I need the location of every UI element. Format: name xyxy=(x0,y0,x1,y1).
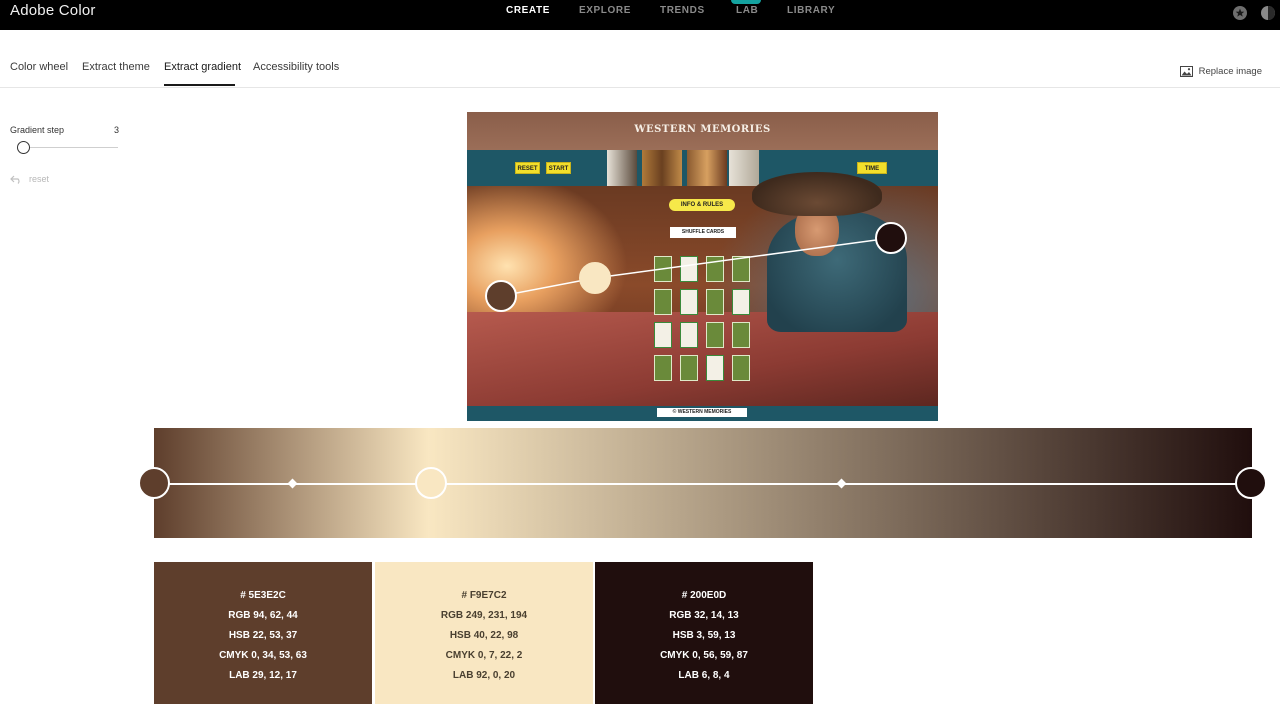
swatch-hsb: HSB 3, 59, 13 xyxy=(672,630,736,641)
nav-create[interactable]: CREATE xyxy=(506,5,550,16)
color-swatch[interactable]: # 200E0D RGB 32, 14, 13 HSB 3, 59, 13 CM… xyxy=(595,562,813,704)
gradient-step-slider-track[interactable] xyxy=(18,147,118,148)
undo-icon xyxy=(10,175,20,184)
tab-accessibility-tools[interactable]: Accessibility tools xyxy=(253,61,339,73)
lab-new-indicator xyxy=(731,0,761,4)
swatch-cmyk: CMYK 0, 7, 22, 2 xyxy=(445,650,523,661)
tab-extract-gradient[interactable]: Extract gradient xyxy=(164,61,241,73)
color-swatch[interactable]: # F9E7C2 RGB 249, 231, 194 HSB 40, 22, 9… xyxy=(375,562,593,704)
gradient-step-label: Gradient step xyxy=(10,125,65,135)
replace-image-label: Replace image xyxy=(1198,66,1262,77)
source-image[interactable]: WESTERN MEMORIES RESET START TIME INFO &… xyxy=(467,112,938,421)
gradient-stop-handle[interactable] xyxy=(138,467,170,499)
swatch-lab: LAB 29, 12, 17 xyxy=(229,670,297,681)
gradient-stop-handle[interactable] xyxy=(415,467,447,499)
color-swatch[interactable]: # 5E3E2C RGB 94, 62, 44 HSB 22, 53, 37 C… xyxy=(154,562,372,704)
swatch-rgb: RGB 32, 14, 13 xyxy=(669,610,739,621)
nav-lab[interactable]: LAB xyxy=(736,5,758,16)
tab-extract-theme[interactable]: Extract theme xyxy=(82,61,150,73)
nav-trends[interactable]: TRENDS xyxy=(660,5,705,16)
star-icon[interactable] xyxy=(1232,5,1248,21)
gradient-track-line xyxy=(154,483,1252,485)
reset-label: reset xyxy=(29,174,50,184)
swatch-hex[interactable]: # 200E0D xyxy=(595,586,813,606)
tab-bar: Color wheel Extract theme Extract gradie… xyxy=(0,30,1280,88)
nav-explore[interactable]: EXPLORE xyxy=(579,5,631,16)
swatch-hsb: HSB 22, 53, 37 xyxy=(228,630,298,641)
swatch-rgb: RGB 94, 62, 44 xyxy=(228,610,298,621)
gradient-step-value: 3 xyxy=(114,125,120,135)
image-icon xyxy=(1179,66,1193,77)
gradient-stop-handle[interactable] xyxy=(1235,467,1267,499)
gradient-step-slider-handle[interactable] xyxy=(17,141,30,154)
image-color-picker-mid[interactable] xyxy=(579,262,611,294)
nav-library[interactable]: LIBRARY xyxy=(787,5,835,16)
swatch-hex[interactable]: # 5E3E2C xyxy=(154,586,372,606)
swatch-lab: LAB 6, 8, 4 xyxy=(678,670,730,681)
main-nav: CREATE EXPLORE TRENDS LAB LIBRARY xyxy=(0,0,1280,30)
theme-toggle-icon[interactable] xyxy=(1260,5,1276,21)
reset-button[interactable]: reset xyxy=(10,174,49,184)
swatch-cmyk: CMYK 0, 56, 59, 87 xyxy=(660,650,748,661)
replace-image-button[interactable]: Replace image xyxy=(1179,66,1262,77)
swatch-cmyk: CMYK 0, 34, 53, 63 xyxy=(219,650,307,661)
active-tab-indicator xyxy=(164,84,235,86)
swatch-hsb: HSB 40, 22, 98 xyxy=(449,630,519,641)
tab-color-wheel[interactable]: Color wheel xyxy=(10,61,68,73)
image-color-picker-end[interactable] xyxy=(875,222,907,254)
swatch-rgb: RGB 249, 231, 194 xyxy=(440,610,528,621)
gradient-path-line xyxy=(500,237,892,297)
swatch-lab: LAB 92, 0, 20 xyxy=(452,670,516,681)
top-bar: Adobe Color CREATE EXPLORE TRENDS LAB LI… xyxy=(0,0,1280,30)
swatch-hex[interactable]: # F9E7C2 xyxy=(375,586,593,606)
image-color-picker-start[interactable] xyxy=(485,280,517,312)
